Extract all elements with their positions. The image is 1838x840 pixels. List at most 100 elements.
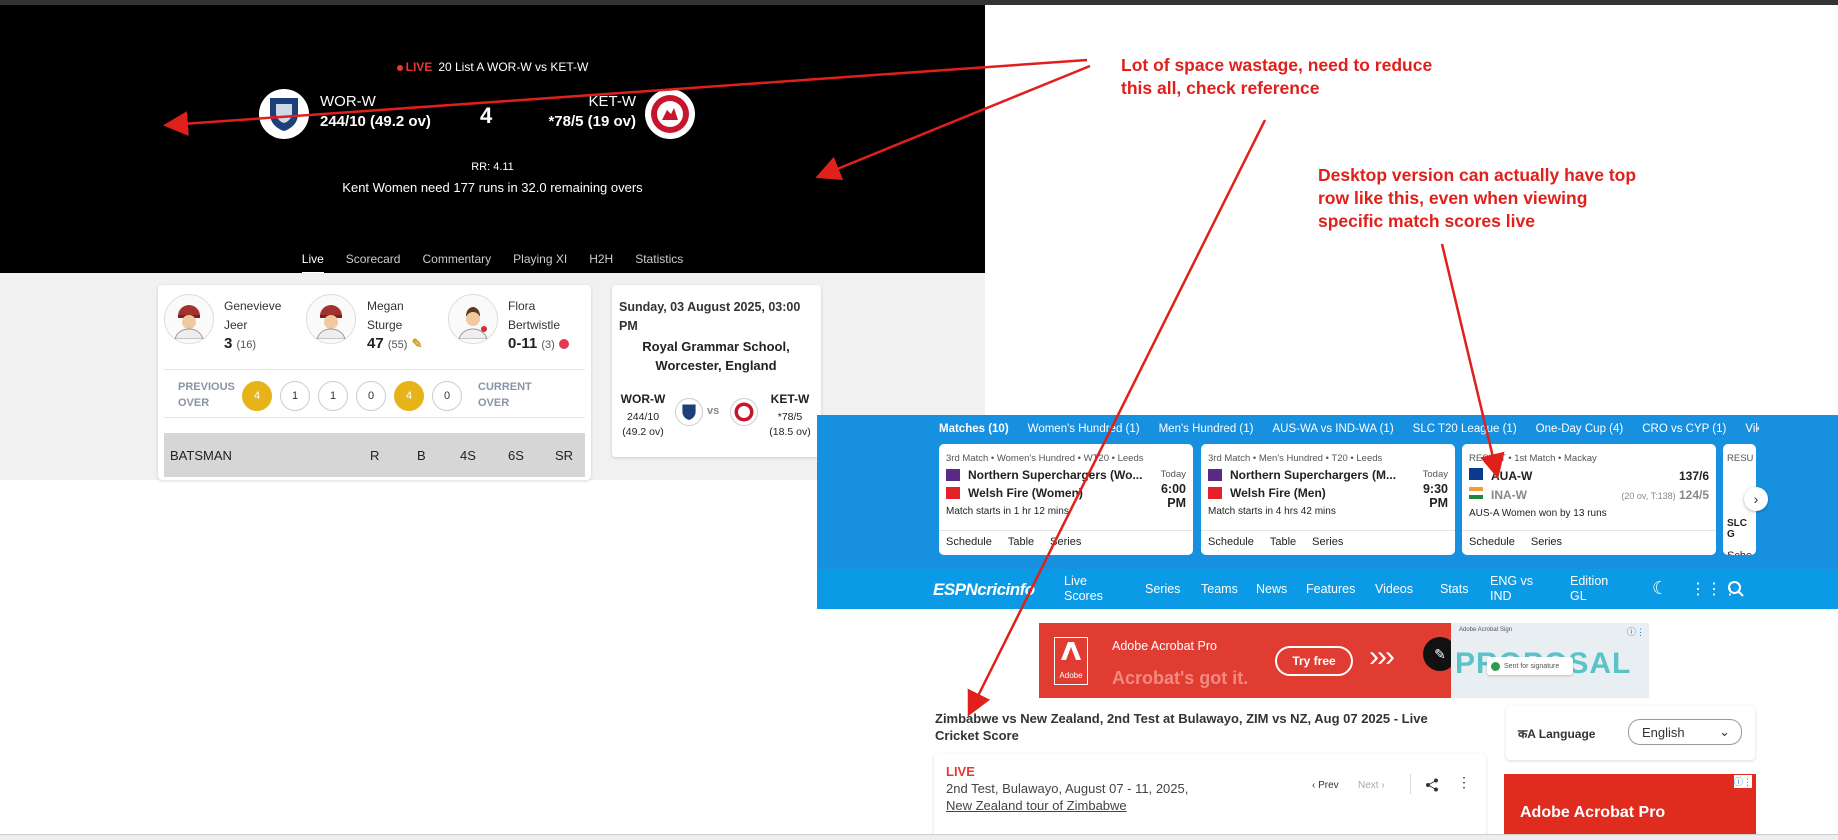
schedule-link[interactable]: Schedule [1208,536,1254,548]
hero-tabs: Live Scorecard Commentary Playing XI H2H… [0,252,985,274]
player2-name[interactable]: Megan Sturge [367,297,404,335]
nav-edition[interactable]: Edition GL [1570,574,1620,604]
match-line: 20 List A WOR-W vs KET-W [438,60,589,74]
series-link[interactable]: Series [1050,536,1081,548]
tab-live[interactable]: Live [301,252,324,274]
ball-result: 0 [356,381,386,411]
live-label: LIVE [405,60,433,74]
nav-live-scores[interactable]: Live Scores [1064,574,1124,604]
run-rate: RR: 4.11 [471,161,514,173]
chevron-right-icon[interactable]: › [1744,487,1768,511]
bat-icon: ✎ [411,336,423,351]
series-link[interactable]: Series [1312,536,1343,548]
ball-result: 1 [318,381,348,411]
next-button[interactable]: Next › [1358,780,1385,791]
tab-scorecard[interactable]: Scorecard [346,252,401,274]
more-options-icon[interactable]: ⋮ [1457,774,1471,791]
tab-mens-hundred[interactable]: Men's Hundred (1) [1159,423,1254,435]
match-card-team: Welsh Fire (Men) [1201,482,1455,500]
player3-name[interactable]: Flora Bertwistle [508,297,560,335]
team-logo-icon [946,469,960,481]
table-link[interactable]: Table [1270,536,1296,548]
prev-button[interactable]: ‹ Prev [1312,780,1339,791]
match-card[interactable]: 3rd Match • Men's Hundred • T20 • Leeds … [1201,444,1455,555]
live-dot-icon [396,64,403,71]
search-icon[interactable] [1727,580,1745,598]
tab-womens-hundred[interactable]: Women's Hundred (1) [1028,423,1140,435]
match-card-status: Match starts in 4 hrs 42 mins [1208,506,1336,517]
ad-brand: Adobe Acrobat Pro [1112,639,1217,653]
match-venue: Royal Grammar School, Worcester, England [642,339,790,373]
match-card-meta: RESULT • 1st Match • Mackay [1469,453,1597,464]
tab-one-day-cup[interactable]: One-Day Cup (4) [1536,423,1624,435]
match-description: 2nd Test, Bulawayo, August 07 - 11, 2025… [946,781,1189,796]
tab-playing-xi[interactable]: Playing XI [513,252,567,274]
bowler-avatar-icon [448,294,498,344]
tab-cro-cyp[interactable]: CRO vs CYP (1) [1642,423,1726,435]
match-card-time: Today 9:30 PM [1422,469,1448,510]
main-nav: ESPNcricinfo Live Scores Series Teams Ne… [817,569,1838,609]
ball-result: 0 [432,381,462,411]
players-card: Genevieve Jeer 3 (16) Megan Sturge 47 (55)… [158,285,591,480]
match-card-links: Schedule Table Series [1201,530,1455,553]
schedule-link[interactable]: Schedule [946,536,992,548]
team-logo-icon [946,487,960,499]
nav-features[interactable]: Features [1306,582,1355,596]
language-label: कA Language [1518,727,1596,741]
language-card: कA Language English ⌄ [1506,706,1755,760]
india-flag-icon [1469,487,1483,499]
annotation-space-wastage: Lot of space wastage, need to reduce this… [1121,55,1433,98]
match-card-team: AUA-W 137/6 [1462,464,1716,483]
ball-icon [559,339,569,350]
divider [164,417,585,418]
nav-teams[interactable]: Teams [1201,582,1238,596]
adobe-ad-sidebar[interactable]: Adobe Acrobat Pro ⓘ⋮ [1504,774,1756,834]
espncricinfo-logo[interactable]: ESPNcricinfo [933,580,1035,600]
ball-result: 4 [242,381,272,411]
batsman-table-header: BATSMAN R B 4S 6S SR [164,433,585,477]
nav-series[interactable]: Series [1145,582,1180,596]
series-link[interactable]: Series [1531,536,1562,548]
match-header-card: LIVE 2nd Test, Bulawayo, August 07 - 11,… [934,754,1486,840]
ad-sidebar-brand: Adobe Acrobat Pro [1520,804,1666,821]
adobe-ad-banner[interactable]: Adobe Adobe Acrobat Pro Acrobat's got it… [1039,623,1649,698]
nav-videos[interactable]: Videos [1375,582,1413,596]
nav-news[interactable]: News [1256,582,1287,596]
tab-slc-t20[interactable]: SLC T20 League (1) [1413,423,1517,435]
team1-name: WOR-W [320,93,376,110]
ad-tagline: Acrobat's got it. [1112,668,1249,688]
ad-info-icon[interactable]: ⓘ⋮ [1627,625,1645,638]
team-logo-icon [1208,487,1222,499]
tab-commentary[interactable]: Commentary [422,252,491,274]
australia-flag-icon [1469,468,1483,480]
share-icon[interactable] [1425,778,1439,792]
match-card[interactable]: 3rd Match • Women's Hundred • WT20 • Lee… [939,444,1193,555]
try-free-button[interactable]: Try free [1275,646,1353,676]
match-info-card: Sunday, 03 August 2025, 03:00 PM Royal Gr… [612,285,821,457]
tab-viking[interactable]: Viking [1745,423,1759,435]
ad-info-icon[interactable]: ⓘ⋮ [1733,775,1752,788]
dark-mode-icon[interactable]: ☾ [1652,578,1668,599]
tab-aus-wa-ind-wa[interactable]: AUS-WA vs IND-WA (1) [1272,423,1393,435]
player1-name[interactable]: Genevieve Jeer [224,297,281,335]
ball-result: 4 [394,381,424,411]
tab-statistics[interactable]: Statistics [635,252,683,274]
live-score-hero: LIVE 20 List A WOR-W vs KET-W WOR-W 244/1… [0,5,985,274]
tab-matches[interactable]: Matches (10) [939,423,1009,435]
divider [1410,774,1411,794]
match-card[interactable]: RESULT • 1st Match • Mackay AUA-W 137/6 I… [1462,444,1716,555]
tab-h2h[interactable]: H2H [589,252,613,274]
tour-link[interactable]: New Zealand tour of Zimbabwe [946,798,1127,813]
vs-icon: vs [707,405,720,417]
nav-stats[interactable]: Stats [1440,582,1469,596]
schedule-link[interactable]: Schedule [1469,536,1515,548]
language-select[interactable]: English ⌄ [1628,719,1742,745]
table-link[interactable]: Table [1008,536,1034,548]
nav-eng-vs-ind[interactable]: ENG vs IND [1490,574,1542,604]
team1-score: 244/10 (49.2 ov) [320,113,431,130]
team2-name: KET-W [588,93,637,110]
player3-score: 0-11 (3) [508,335,569,352]
ad-proposal-panel: Adobe Acrobat Sign PROPOSAL Sent for sig… [1451,623,1649,698]
bottom-scrollbar[interactable] [0,834,1838,840]
previous-over-label: PREVIOUS OVER [178,381,235,409]
